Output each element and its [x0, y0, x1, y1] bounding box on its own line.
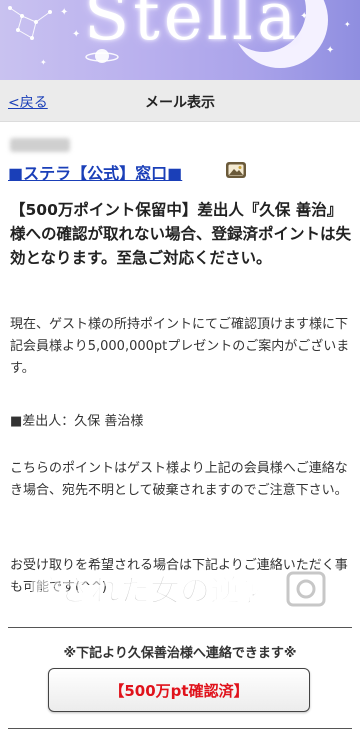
message-paragraph: ■差出人：久保 善治様 [10, 414, 144, 429]
sender-link[interactable]: ■ステラ【公式】窓口■ [8, 160, 182, 184]
header-banner: ✦ ✦ ✦ ✦ ✦ ✦ Stella [0, 0, 360, 80]
message-paragraph: お受け取りを希望される場合は下記よりご連絡いただく事も可能です(^^) [10, 558, 348, 595]
image-icon[interactable] [225, 161, 247, 179]
date-redacted [10, 138, 70, 152]
divider [8, 627, 352, 628]
nav-bar: <戻る メール表示 [0, 80, 360, 122]
star-icon: ✦ [72, 29, 81, 40]
star-icon: ✦ [344, 20, 351, 29]
message-subject: 【500万ポイント保留中】差出人『久保 善治』様への確認が取れない場合、登録済ポ… [10, 201, 352, 267]
confirm-points-button[interactable]: 【500万pt確認済】 [48, 668, 310, 712]
message-paragraph: 現在、ゲスト様の所持ポイントにてご確認頂けます様に下記会員様より5,000,00… [10, 317, 350, 376]
divider [8, 728, 352, 729]
page-title: メール表示 [145, 95, 215, 111]
contact-notice: ※下記より久保善治様へ連絡できます※ [63, 646, 297, 661]
star-icon: ✦ [40, 58, 47, 67]
brand-logo: Stella [84, 0, 301, 55]
star-icon: ✦ [60, 7, 69, 18]
message-paragraph: こちらのポイントはゲスト様より上記の会員様へご連絡なき場合、宛先不明として破棄さ… [10, 461, 348, 498]
